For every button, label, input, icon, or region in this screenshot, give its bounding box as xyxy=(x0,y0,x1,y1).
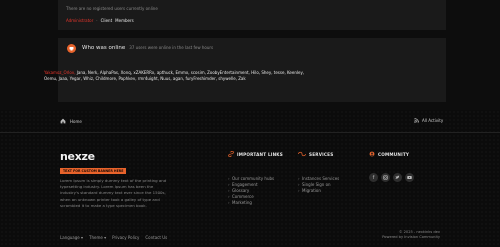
footer-link-label: Commerce xyxy=(232,193,254,199)
logo-text: nexze xyxy=(60,150,95,163)
all-activity-label: All Activity xyxy=(422,118,444,123)
services-title: SERVICES xyxy=(309,151,334,157)
badge-text: TEXT FOR CUSTOM BANNER HERE xyxy=(63,169,124,173)
online-badge-icon xyxy=(67,44,76,53)
twitter-icon[interactable] xyxy=(393,173,402,182)
online-user-list-line2[interactable]: Oemu, Jaaa, Yegar, Whiz, Childmore, Paph… xyxy=(44,76,246,81)
contact-us-link[interactable]: Contact Us xyxy=(145,235,167,240)
important-links-header: IMPORTANT LINKS xyxy=(228,151,283,157)
online-user[interactable]: Yakamoz_Orlov, xyxy=(44,70,77,75)
copyright-block: © 2025 - nexkinks dev Powered by Invisio… xyxy=(382,230,440,240)
online-user-list: Yakamoz_Orlov, Jana, Nerk, AlphaPas, Xon… xyxy=(44,70,444,75)
online-user[interactable]: Hilo, xyxy=(251,70,261,75)
user-group-legend: Administrator · Client Members xyxy=(66,18,134,23)
theme-label: Theme xyxy=(89,235,103,240)
breadcrumb: Home xyxy=(60,118,82,124)
breadcrumb-home[interactable]: Home xyxy=(70,119,82,124)
footer-link-label: Single Sign on xyxy=(302,181,331,187)
footer-link-label: Marketing xyxy=(232,199,252,205)
youtube-icon[interactable] xyxy=(405,173,414,182)
site-logo[interactable]: nexze xyxy=(60,150,95,163)
online-user[interactable]: Shey, xyxy=(261,70,273,75)
online-user[interactable]: Keenley, xyxy=(287,70,304,75)
online-user[interactable]: Jana, Nerk, xyxy=(77,70,100,75)
legend-members[interactable]: Members xyxy=(115,18,134,23)
link-icon xyxy=(228,151,234,157)
social-links: f xyxy=(369,173,417,182)
community-header: COMMUNITY xyxy=(369,151,409,157)
instagram-icon[interactable] xyxy=(381,173,390,182)
who-was-online-subtitle: 37 users were online in the last few hou… xyxy=(129,45,214,50)
custom-banner-badge: TEXT FOR CUSTOM BANNER HERE xyxy=(60,168,127,174)
footer-link-label: Our community hubs xyxy=(232,175,275,181)
language-label: Language xyxy=(60,235,80,240)
online-user[interactable]: xZAKERRx, xyxy=(133,70,156,75)
bottom-links: Language ▾ Theme ▾ Privacy Policy Contac… xyxy=(60,235,167,240)
footer-link[interactable]: › Migration xyxy=(298,187,339,193)
all-activity-link[interactable]: All Activity xyxy=(414,118,443,123)
online-user[interactable]: ZoobyEntertainment, xyxy=(207,70,251,75)
powered-by-text[interactable]: Powered by Invision Community xyxy=(382,235,440,240)
privacy-policy-link[interactable]: Privacy Policy xyxy=(112,235,139,240)
footer-link-label: Glossary xyxy=(232,187,250,193)
who-was-online-title: Who was online xyxy=(82,45,126,51)
online-user[interactable]: scosim, xyxy=(191,70,207,75)
footer-link-label: Migration xyxy=(302,187,321,193)
online-users-panel: There are no registered users currently … xyxy=(58,0,446,30)
services-list: › Instances Services › Single Sign on › Mig… xyxy=(298,175,339,193)
important-links-list: › Our community hubs › Engagement › Glossar… xyxy=(228,175,274,205)
footer-link[interactable]: › Marketing xyxy=(228,199,274,205)
footer-divider xyxy=(0,132,500,133)
online-user[interactable]: apthuck, Emmx, xyxy=(157,70,191,75)
services-header: SERVICES xyxy=(298,151,333,157)
community-icon xyxy=(369,151,375,157)
online-user[interactable]: AlphaPas, xyxy=(100,70,121,75)
footer-link-label: Engagement xyxy=(232,181,258,187)
important-links-title: IMPORTANT LINKS xyxy=(237,151,283,157)
footer-link[interactable]: › Instances Services xyxy=(298,175,339,181)
who-was-online-panel: Who was online 37 users were online in t… xyxy=(44,38,446,102)
brand-description: Lorem Ipsum is simply dummy text of the … xyxy=(60,178,167,208)
theme-selector[interactable]: Theme ▾ xyxy=(89,235,106,240)
facebook-icon[interactable]: f xyxy=(369,173,378,182)
services-icon xyxy=(298,151,306,157)
legend-client[interactable]: Client xyxy=(101,18,113,23)
legend-separator: · xyxy=(96,18,98,23)
home-icon xyxy=(60,118,66,124)
footer-link[interactable]: › Our community hubs xyxy=(228,175,274,181)
legend-administrator[interactable]: Administrator xyxy=(66,18,93,23)
online-user[interactable]: Xonq, xyxy=(121,70,134,75)
language-selector[interactable]: Language ▾ xyxy=(60,235,83,240)
online-user[interactable]: tesse, xyxy=(274,70,287,75)
rss-icon xyxy=(414,118,419,123)
community-title: COMMUNITY xyxy=(378,151,410,157)
no-users-text: There are no registered users currently … xyxy=(66,6,158,11)
footer-link-label: Instances Services xyxy=(302,175,340,181)
